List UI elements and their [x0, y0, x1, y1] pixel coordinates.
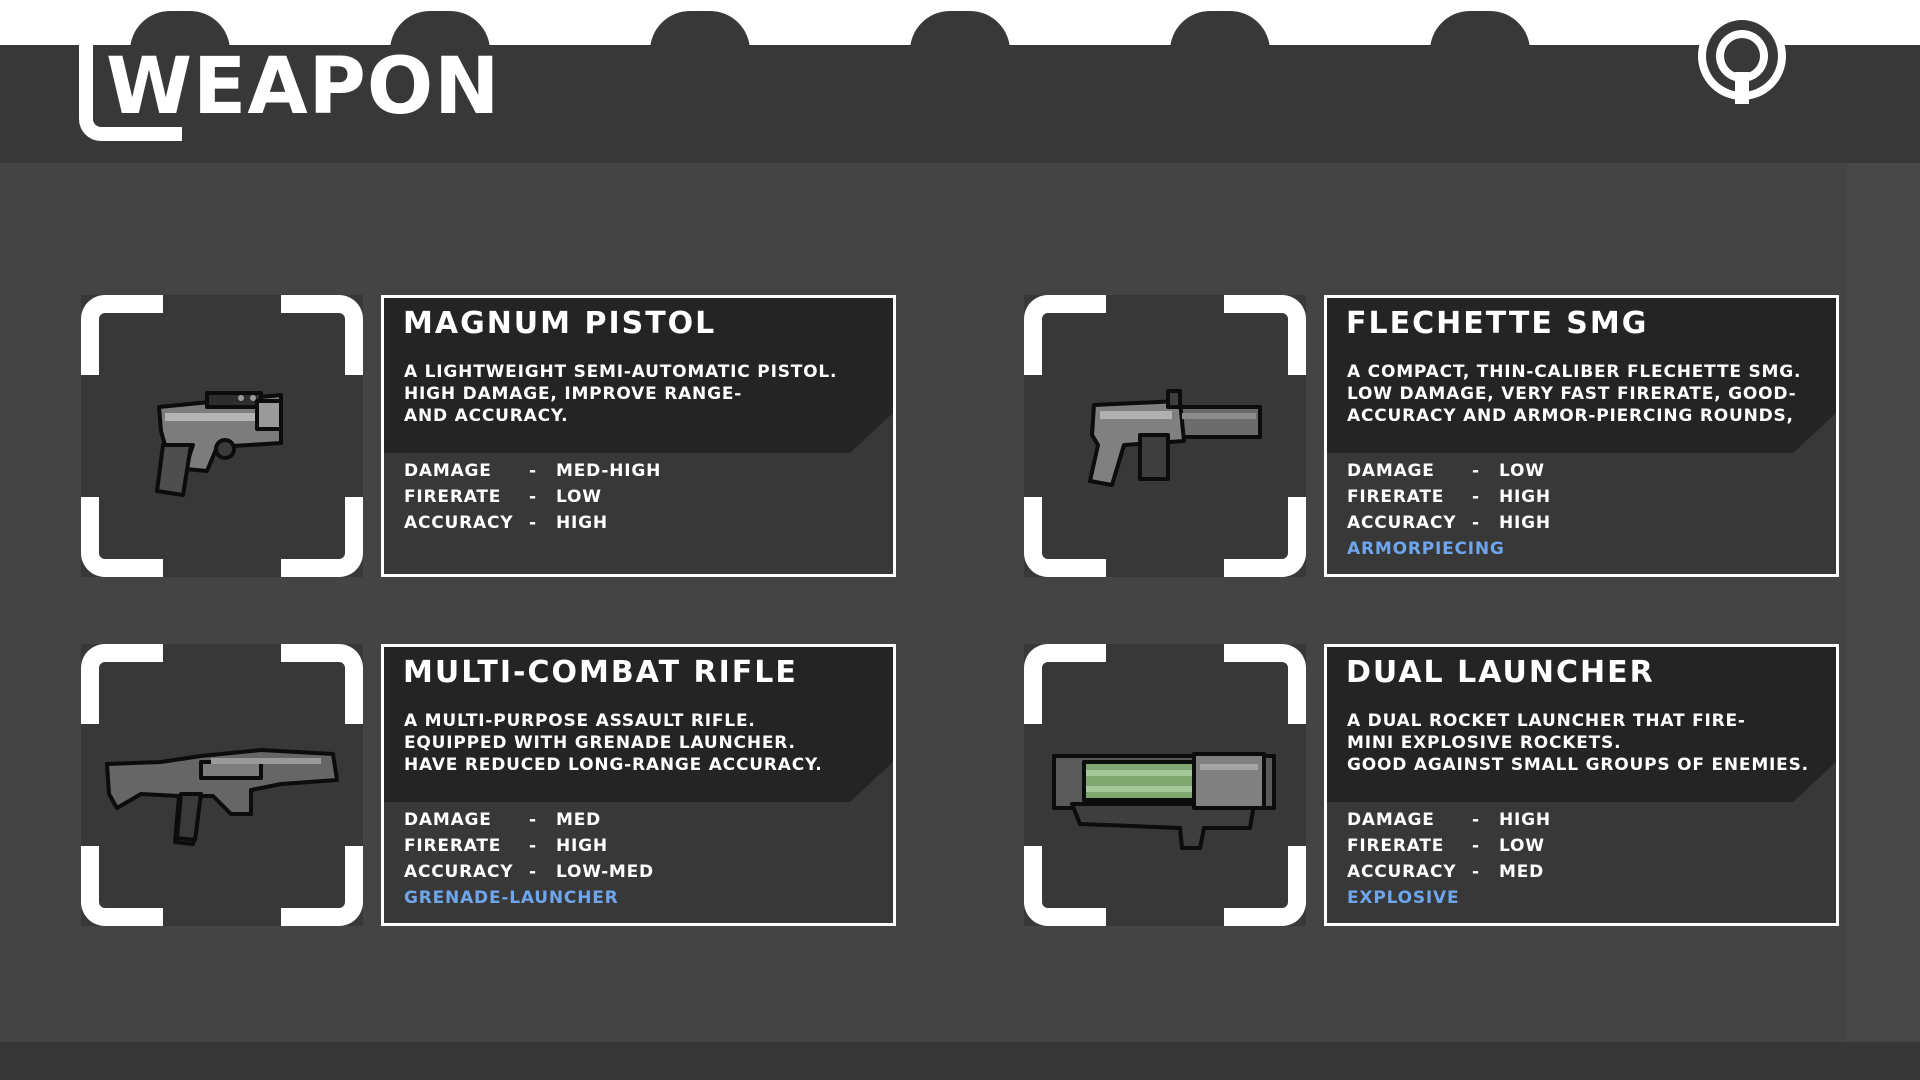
stat-label: ACCURACY: [1347, 513, 1457, 533]
stat-value: MED: [1499, 862, 1545, 882]
stat-label: DAMAGE: [404, 461, 492, 481]
keyhole-icon[interactable]: [1698, 12, 1786, 104]
weapon-stats: DAMAGE - MED FIRERATE - HIGH ACCURACY - LOW-ME…: [404, 807, 654, 911]
weapon-info-panel[interactable]: DUAL LAUNCHER A DUAL ROCKET LAUNCHER THA…: [1324, 644, 1839, 926]
weapon-name: FLECHETTE SMG: [1346, 306, 1649, 341]
weapon-description: A COMPACT, THIN-CALIBER FLECHETTE SMG. L…: [1347, 362, 1802, 426]
stat-label: DAMAGE: [1347, 810, 1435, 830]
stat-row: ACCURACY - LOW-MED: [404, 859, 654, 885]
stat-label: ACCURACY: [1347, 862, 1457, 882]
weapon-card-multi-combat-rifle[interactable]: MULTI-COMBAT RIFLE A MULTI-PURPOSE ASSAU…: [81, 644, 896, 926]
stat-value: LOW: [1499, 461, 1545, 481]
weapon-name: MAGNUM PISTOL: [403, 306, 717, 341]
weapon-image-frame: [81, 644, 363, 926]
stat-label: FIRERATE: [404, 487, 502, 507]
weapon-stats: DAMAGE - LOW FIRERATE - HIGH ACCURACY - HIGH A…: [1347, 458, 1551, 562]
stat-row: DAMAGE - LOW: [1347, 458, 1551, 484]
weapon-card-flechette-smg[interactable]: FLECHETTE SMG A COMPACT, THIN-CALIBER FL…: [1024, 295, 1839, 577]
weapon-image-frame: [1024, 644, 1306, 926]
weapon-description: A DUAL ROCKET LAUNCHER THAT FIRE- MINI E…: [1347, 711, 1809, 775]
stat-value: HIGH: [1499, 513, 1551, 533]
stat-row: ACCURACY - HIGH: [1347, 510, 1551, 536]
stat-value: LOW-MED: [556, 862, 654, 882]
stat-separator: -: [1472, 862, 1480, 882]
stat-label: FIRERATE: [404, 836, 502, 856]
stat-label: ACCURACY: [404, 513, 514, 533]
stat-separator: -: [529, 487, 537, 507]
footer-bar: [0, 1042, 1920, 1080]
pistol-icon: [155, 391, 283, 497]
stat-separator: -: [1472, 487, 1480, 507]
stat-row: FIRERATE - LOW: [404, 484, 661, 510]
stat-row: DAMAGE - MED-HIGH: [404, 458, 661, 484]
weapon-info-panel[interactable]: MAGNUM PISTOL A LIGHTWEIGHT SEMI-AUTOMAT…: [381, 295, 896, 577]
weapon-info-panel[interactable]: MULTI-COMBAT RIFLE A MULTI-PURPOSE ASSAU…: [381, 644, 896, 926]
stat-row: DAMAGE - MED: [404, 807, 654, 833]
weapon-description: A MULTI-PURPOSE ASSAULT RIFLE. EQUIPPED …: [404, 711, 823, 775]
launcher-icon: [1052, 752, 1276, 850]
stat-separator: -: [529, 836, 537, 856]
stat-label: DAMAGE: [1347, 461, 1435, 481]
stat-separator: -: [529, 810, 537, 830]
weapon-stats: DAMAGE - HIGH FIRERATE - LOW ACCURACY - MED EX…: [1347, 807, 1551, 911]
stat-value: MED-HIGH: [556, 461, 662, 481]
stat-value: HIGH: [1499, 487, 1551, 507]
stat-value: HIGH: [556, 836, 608, 856]
smg-icon: [1088, 389, 1262, 487]
stat-separator: -: [1472, 836, 1480, 856]
stat-row: FIRERATE - HIGH: [1347, 484, 1551, 510]
stat-separator: -: [529, 513, 537, 533]
weapon-tag: EXPLOSIVE: [1347, 888, 1460, 908]
weapon-name: DUAL LAUNCHER: [1346, 655, 1655, 690]
stat-row: ACCURACY - HIGH: [404, 510, 661, 536]
stat-value: LOW: [556, 487, 602, 507]
weapon-info-panel[interactable]: FLECHETTE SMG A COMPACT, THIN-CALIBER FL…: [1324, 295, 1839, 577]
stat-separator: -: [1472, 513, 1480, 533]
page-title: WEAPON: [106, 42, 501, 132]
stat-value: HIGH: [1499, 810, 1551, 830]
stat-separator: -: [1472, 810, 1480, 830]
stat-value: LOW: [1499, 836, 1545, 856]
weapon-tag: [404, 536, 661, 562]
stat-row: FIRERATE - LOW: [1347, 833, 1551, 859]
weapon-card-magnum-pistol[interactable]: MAGNUM PISTOL A LIGHTWEIGHT SEMI-AUTOMAT…: [81, 295, 896, 577]
weapon-image-frame: [81, 295, 363, 577]
stat-value: MED: [556, 810, 602, 830]
stat-label: ACCURACY: [404, 862, 514, 882]
stat-label: FIRERATE: [1347, 836, 1445, 856]
stat-label: DAMAGE: [404, 810, 492, 830]
stat-separator: -: [529, 461, 537, 481]
weapon-stats: DAMAGE - MED-HIGH FIRERATE - LOW ACCURACY - HI…: [404, 458, 661, 562]
stat-label: FIRERATE: [1347, 487, 1445, 507]
weapon-tag: ARMORPIECING: [1347, 539, 1505, 559]
weapon-description: A LIGHTWEIGHT SEMI-AUTOMATIC PISTOL. HIG…: [404, 362, 838, 426]
stat-row: DAMAGE - HIGH: [1347, 807, 1551, 833]
right-edge: [1846, 163, 1920, 1042]
stat-row: FIRERATE - HIGH: [404, 833, 654, 859]
weapon-card-dual-launcher[interactable]: DUAL LAUNCHER A DUAL ROCKET LAUNCHER THA…: [1024, 644, 1839, 926]
stat-row: ACCURACY - MED: [1347, 859, 1551, 885]
weapon-image-frame: [1024, 295, 1306, 577]
weapon-name: MULTI-COMBAT RIFLE: [403, 655, 798, 690]
stat-value: HIGH: [556, 513, 608, 533]
stat-separator: -: [529, 862, 537, 882]
weapon-tag: GRENADE-LAUNCHER: [404, 888, 619, 908]
stat-separator: -: [1472, 461, 1480, 481]
rifle-icon: [105, 748, 339, 846]
